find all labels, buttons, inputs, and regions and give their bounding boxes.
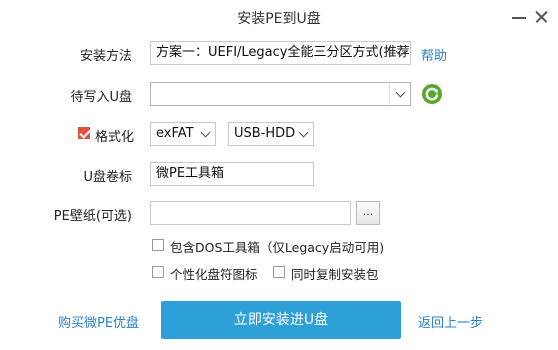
install-pe-window: 安装PE到U盘 安装方法 方案一：UEFI/Legacy全能三分区方式(推荐) … (0, 0, 558, 350)
custom-drive-icon-label: 个性化盘符图标 (170, 267, 258, 282)
volume-label-input[interactable]: 微PE工具箱 (150, 162, 314, 186)
target-disk-label: 待写入U盘 (70, 90, 132, 105)
help-link[interactable]: 帮助 (421, 45, 447, 64)
buy-usb-link[interactable]: 购买微PE优盘 (58, 312, 139, 331)
filesystem-value: exFAT (156, 126, 194, 141)
format-checkbox[interactable] (78, 127, 90, 139)
copy-installer-checkbox[interactable] (273, 266, 285, 278)
wallpaper-label: PE壁纸(可选) (53, 209, 132, 224)
format-label: 格式化 (95, 130, 135, 145)
dos-toolbox-label: 包含DOS工具箱（仅Legacy启动可用) (170, 240, 385, 255)
install-method-value: 方案一：UEFI/Legacy全能三分区方式(推荐) (156, 45, 411, 60)
wallpaper-path-input[interactable] (150, 201, 351, 225)
install-method-label: 安装方法 (79, 49, 132, 64)
refresh-icon[interactable] (421, 83, 443, 105)
dos-toolbox-checkbox[interactable] (152, 239, 164, 251)
copy-installer-label: 同时复制安装包 (291, 267, 379, 282)
boot-mode-value: USB-HDD (234, 126, 296, 141)
target-disk-select[interactable] (150, 82, 411, 106)
custom-drive-icon-checkbox[interactable] (152, 266, 164, 278)
volume-label-label: U盘卷标 (83, 170, 132, 185)
back-link[interactable]: 返回上一步 (418, 312, 483, 331)
install-now-button[interactable]: 立即安装进U盘 (161, 301, 401, 339)
minimize-button[interactable] (510, 8, 528, 26)
install-method-select[interactable]: 方案一：UEFI/Legacy全能三分区方式(推荐) (150, 41, 411, 65)
title-bar: 安装PE到U盘 (0, 0, 558, 34)
window-title: 安装PE到U盘 (237, 11, 321, 27)
close-button[interactable] (533, 8, 551, 26)
boot-mode-select[interactable]: USB-HDD (228, 122, 314, 146)
chevron-down-icon (397, 89, 405, 97)
filesystem-select[interactable]: exFAT (150, 122, 216, 146)
browse-button[interactable]: ... (356, 201, 380, 225)
chevron-down-icon (397, 48, 405, 56)
chevron-down-icon (202, 129, 210, 137)
chevron-down-icon (300, 129, 308, 137)
